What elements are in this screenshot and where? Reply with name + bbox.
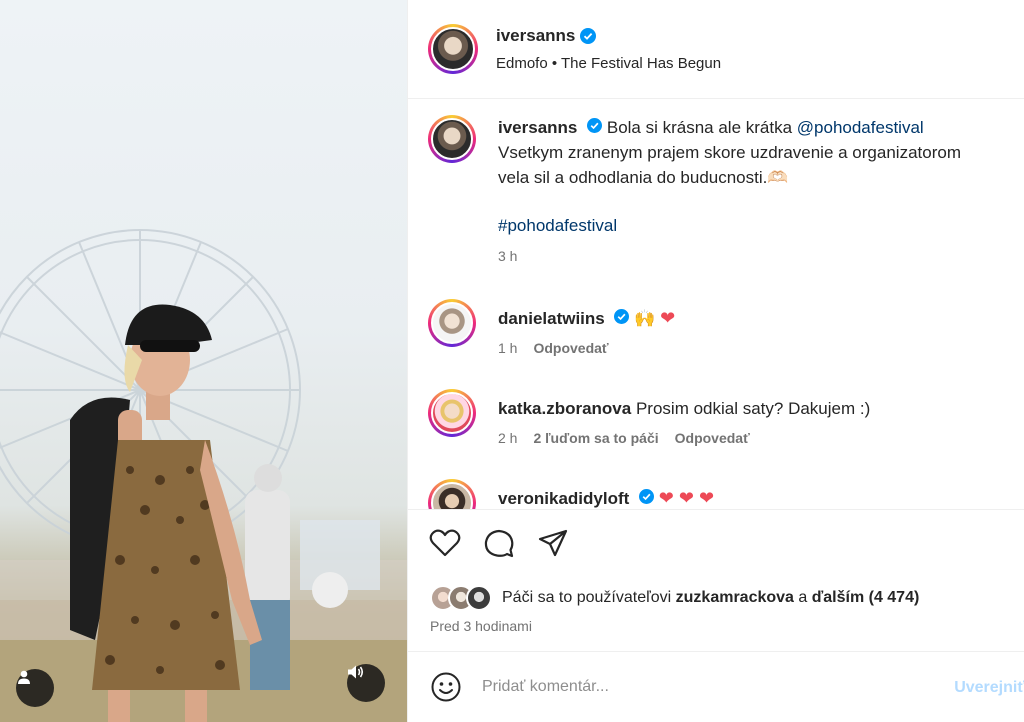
post-side-panel: iversanns Edmofo • The Festival Has Begu… xyxy=(407,0,1024,722)
post-viewer: iversanns Edmofo • The Festival Has Begu… xyxy=(0,0,1024,722)
caption-hashtag-link[interactable]: #pohodafestival xyxy=(498,213,961,238)
comment-likes-count[interactable]: 2 ľuďom sa to páči xyxy=(533,430,658,446)
post-header-text: iversanns Edmofo • The Festival Has Begu… xyxy=(496,26,721,72)
comment-meta: 1 h Odpovedať xyxy=(498,340,675,356)
caption-meta: 3 h xyxy=(498,248,961,264)
tagged-users-button[interactable] xyxy=(16,669,54,707)
share-icon[interactable] xyxy=(537,528,569,558)
caption-mention-link[interactable]: @pohodafestival xyxy=(797,118,924,137)
comment-text-line: veronikadidyloft ❤ ❤ ❤ xyxy=(498,486,714,509)
heart-icon[interactable] xyxy=(429,528,461,558)
post-location[interactable]: Edmofo • The Festival Has Begun xyxy=(496,55,721,72)
liker-avatars[interactable] xyxy=(430,585,492,611)
comment-row: katka.zboranova Prosim odkial saty? Daku… xyxy=(428,389,870,446)
comment-avatar-image xyxy=(431,482,473,509)
comment-row: danielatwiins 🙌 ❤ 1 h Odpovedať xyxy=(428,299,675,356)
comment-avatar[interactable] xyxy=(428,479,476,509)
audio-icon xyxy=(348,665,364,679)
author-avatar[interactable] xyxy=(428,24,478,74)
post-header: iversanns Edmofo • The Festival Has Begu… xyxy=(408,0,1024,99)
caption-username[interactable]: iversanns xyxy=(498,118,577,137)
verified-icon xyxy=(639,489,655,504)
likes-text[interactable]: Páči sa to používateľovi zuzkamrackova a… xyxy=(502,589,919,607)
add-comment-bar: Uverejniť xyxy=(408,651,1024,722)
reply-button[interactable]: Odpovedať xyxy=(533,340,608,356)
comment-avatar-image xyxy=(431,392,473,434)
comment-row: veronikadidyloft ❤ ❤ ❤ xyxy=(428,479,714,509)
comment-avatar[interactable] xyxy=(428,299,476,347)
comment-icon[interactable] xyxy=(483,528,515,558)
liker-avatar xyxy=(466,585,492,611)
comment-avatar-image xyxy=(431,302,473,344)
comment-heart: ❤ xyxy=(660,308,676,328)
verified-icon xyxy=(587,118,603,133)
emoji-icon[interactable] xyxy=(430,671,462,703)
comment-avatar[interactable] xyxy=(428,389,476,437)
post-photo[interactable] xyxy=(0,0,407,722)
comment-body: danielatwiins 🙌 ❤ 1 h Odpovedať xyxy=(498,306,675,356)
post-actions: Páči sa to používateľovi zuzkamrackova a… xyxy=(408,509,1024,651)
audio-toggle-button[interactable] xyxy=(347,664,385,702)
likes-prefix: Páči sa to používateľovi xyxy=(502,589,676,606)
comment-text: 🙌 xyxy=(634,309,661,328)
likes-others[interactable]: ďalším (4 474) xyxy=(812,589,920,606)
comments-list[interactable]: iversanns Bola si krásna ale krátka @poh… xyxy=(408,99,1024,509)
caption-line-3: vela sil a odhodlania do buducnosti.🫶🏻 xyxy=(498,165,961,190)
post-time-ago[interactable]: Pred 3 hodinami xyxy=(430,618,532,634)
comment-hearts: ❤ ❤ ❤ xyxy=(658,488,715,508)
likes-summary: Páči sa to používateľovi zuzkamrackova a… xyxy=(430,585,919,611)
comment-input[interactable] xyxy=(482,678,942,696)
likes-middle: a xyxy=(793,589,812,606)
verified-icon xyxy=(580,28,597,44)
comment-meta: 2 h 2 ľuďom sa to páči Odpovedať xyxy=(498,430,870,446)
comment-text-line: danielatwiins 🙌 ❤ xyxy=(498,306,675,331)
likes-user[interactable]: zuzkamrackova xyxy=(676,589,794,606)
comment-username[interactable]: katka.zboranova xyxy=(498,399,631,418)
caption-line-3-text: vela sil a odhodlania do buducnosti. xyxy=(498,168,768,187)
comment-username[interactable]: veronikadidyloft xyxy=(498,489,629,508)
caption-emoji: 🫶🏻 xyxy=(767,168,789,187)
comment-text: Prosim odkial saty? Dakujem :) xyxy=(635,399,871,418)
author-username[interactable]: iversanns xyxy=(496,26,575,46)
comment-time[interactable]: 2 h xyxy=(498,430,517,446)
caption-body: iversanns Bola si krásna ale krátka @poh… xyxy=(498,115,961,264)
caption-time[interactable]: 3 h xyxy=(498,248,517,264)
caption-line-2: Vsetkym zranenym prajem skore uzdravenie… xyxy=(498,143,961,162)
comment-text-line: katka.zboranova Prosim odkial saty? Daku… xyxy=(498,396,870,421)
festival-photo-illustration xyxy=(0,229,407,722)
comment-body: katka.zboranova Prosim odkial saty? Daku… xyxy=(498,396,870,446)
caption-avatar-image xyxy=(431,118,473,160)
reply-button[interactable]: Odpovedať xyxy=(675,430,750,446)
caption-row: iversanns Bola si krásna ale krátka @poh… xyxy=(428,115,961,264)
action-icons xyxy=(429,528,569,558)
verified-icon xyxy=(614,309,630,324)
post-comment-button[interactable]: Uverejniť xyxy=(954,679,1024,697)
comment-body: veronikadidyloft ❤ ❤ ❤ xyxy=(498,486,714,509)
caption-avatar[interactable] xyxy=(428,115,476,163)
caption-line-1: iversanns Bola si krásna ale krátka @poh… xyxy=(498,115,961,140)
author-avatar-image xyxy=(431,27,475,71)
author-username-row: iversanns xyxy=(496,26,721,46)
comment-time[interactable]: 1 h xyxy=(498,340,517,356)
comment-username[interactable]: danielatwiins xyxy=(498,309,605,328)
user-tag-icon xyxy=(18,670,30,684)
caption-text: Bola si krásna ale krátka xyxy=(606,118,797,137)
